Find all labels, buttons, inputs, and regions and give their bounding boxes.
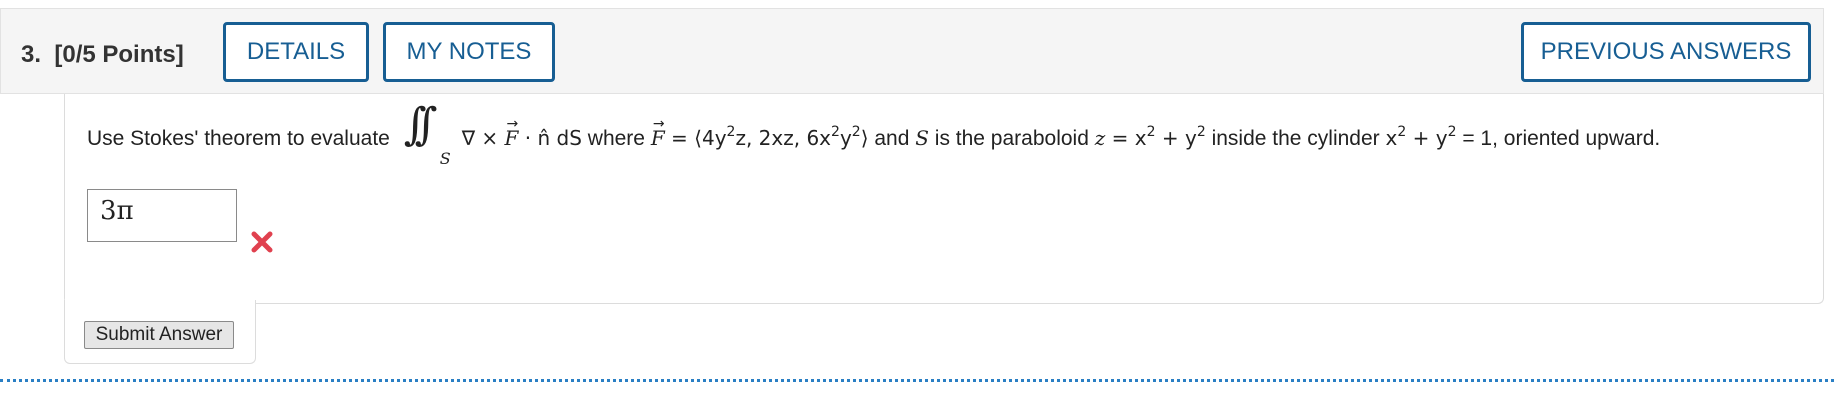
question-divider [0,379,1834,382]
answer-input[interactable]: 3π [87,189,237,242]
surface-integral-symbol: ∫∫ S [403,99,451,169]
submit-answer-button[interactable]: Submit Answer [84,321,234,349]
my-notes-button[interactable]: MY NOTES [383,22,555,82]
question-text: Use Stokes' theorem to evaluate ∫∫ S ∇ ×… [87,99,1661,169]
question-header: 3. [0/5 Points] DETAILS MY NOTES PREVIOU… [0,8,1824,94]
previous-answers-button[interactable]: PREVIOUS ANSWERS [1521,22,1811,82]
details-button[interactable]: DETAILS [223,22,369,82]
question-number: 3. [0/5 Points] [21,41,184,68]
incorrect-x-icon [251,231,273,253]
points-label: [0/5 Points] [54,41,184,68]
